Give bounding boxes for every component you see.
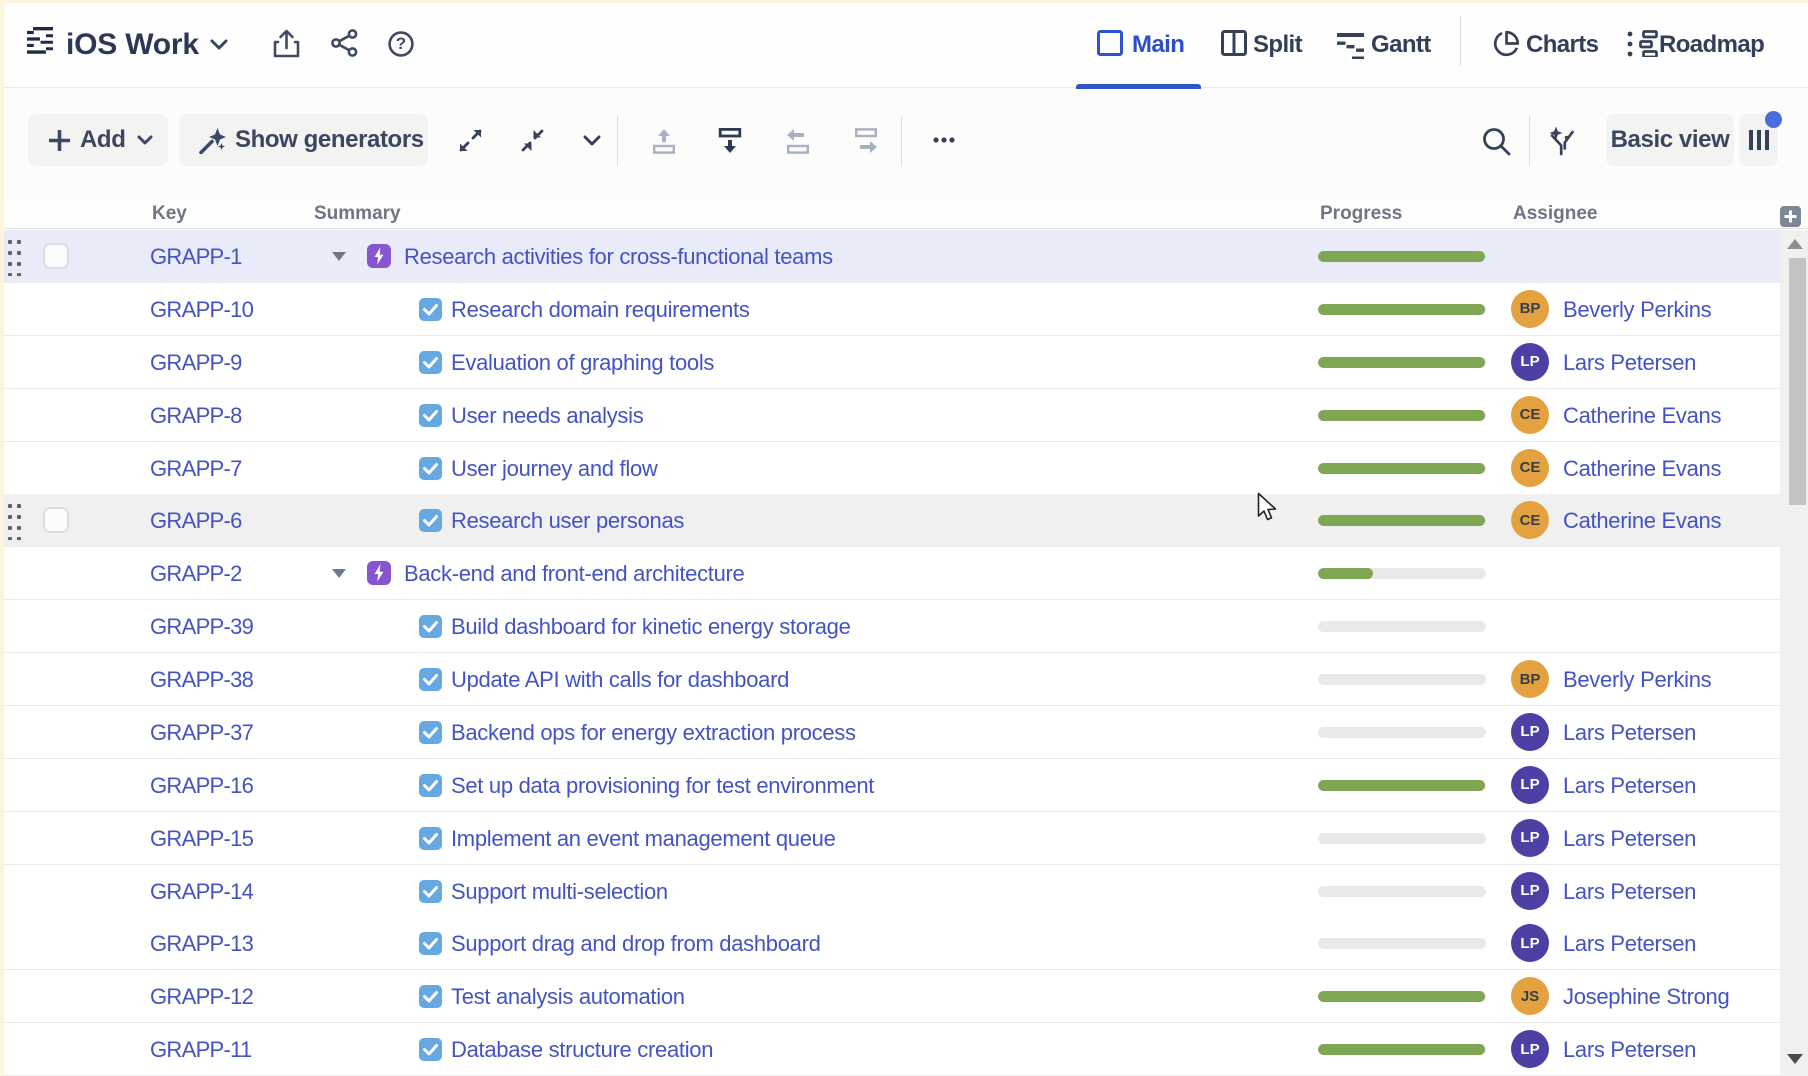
- svg-text:?: ?: [396, 34, 406, 53]
